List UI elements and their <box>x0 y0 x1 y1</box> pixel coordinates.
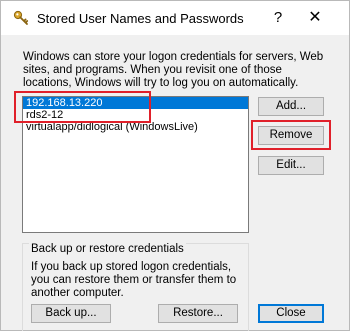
key-icon <box>13 10 29 26</box>
restore-button[interactable]: Restore... <box>158 304 238 323</box>
add-button[interactable]: Add... <box>258 97 324 116</box>
close-window-button[interactable]: ✕ <box>304 7 326 29</box>
backup-group-text: If you back up stored logon credentials,… <box>31 261 237 299</box>
backup-group-title: Back up or restore credentials <box>29 243 186 255</box>
backup-button[interactable]: Back up... <box>31 304 111 323</box>
help-button[interactable]: ? <box>266 7 290 29</box>
credentials-list[interactable]: 192.168.13.220 rds2-12 virtualapp/didlog… <box>22 96 249 233</box>
stored-credentials-dialog: Stored User Names and Passwords ? ✕ Wind… <box>0 0 350 331</box>
credential-item[interactable]: virtualapp/didlogical (WindowsLive) <box>23 121 248 133</box>
edit-button[interactable]: Edit... <box>258 156 324 175</box>
credential-item[interactable]: rds2-12 <box>23 109 248 121</box>
intro-text: Windows can store your logon credentials… <box>23 51 324 89</box>
credential-item[interactable]: 192.168.13.220 <box>23 97 248 109</box>
window-title: Stored User Names and Passwords <box>37 11 244 26</box>
remove-button[interactable]: Remove <box>258 126 324 145</box>
close-button[interactable]: Close <box>258 304 324 323</box>
title-bar[interactable]: Stored User Names and Passwords ? ✕ <box>1 1 349 35</box>
